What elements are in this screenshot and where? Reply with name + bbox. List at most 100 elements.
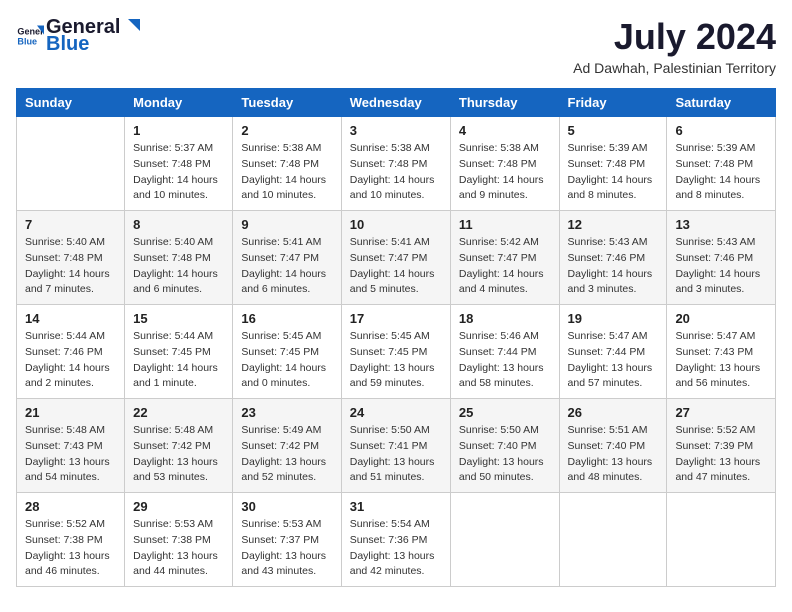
week-row-2: 7Sunrise: 5:40 AMSunset: 7:48 PMDaylight… bbox=[17, 211, 776, 305]
day-cell-5: 5 Sunrise: 5:39 AMSunset: 7:48 PMDaylight… bbox=[559, 117, 667, 211]
empty-cell bbox=[17, 117, 125, 211]
day-info: Sunrise: 5:40 AMSunset: 7:48 PMDaylight:… bbox=[25, 235, 116, 298]
week-row-4: 21 Sunrise: 5:48 AMSunset: 7:43 PMDayligh… bbox=[17, 399, 776, 493]
day-number: 9 bbox=[241, 217, 332, 232]
header-day-thursday: Thursday bbox=[450, 89, 559, 117]
day-number: 16 bbox=[241, 311, 332, 326]
header-day-monday: Monday bbox=[125, 89, 233, 117]
day-info: Sunrise: 5:43 AMSunset: 7:46 PMDaylight:… bbox=[568, 235, 659, 298]
day-number: 25 bbox=[459, 405, 551, 420]
day-number: 17 bbox=[350, 311, 442, 326]
day-number: 21 bbox=[25, 405, 116, 420]
day-number: 19 bbox=[568, 311, 659, 326]
day-cell-10: 10 Sunrise: 5:41 AMSunset: 7:47 PMDayligh… bbox=[341, 211, 450, 305]
day-info: Sunrise: 5:40 AMSunset: 7:48 PMDaylight:… bbox=[133, 235, 224, 298]
day-info: Sunrise: 5:37 AMSunset: 7:48 PMDaylight:… bbox=[133, 141, 224, 204]
header-day-sunday: Sunday bbox=[17, 89, 125, 117]
subtitle: Ad Dawhah, Palestinian Territory bbox=[573, 60, 776, 76]
day-info: Sunrise: 5:51 AMSunset: 7:40 PMDaylight:… bbox=[568, 423, 659, 486]
header-day-saturday: Saturday bbox=[667, 89, 776, 117]
day-info: Sunrise: 5:38 AMSunset: 7:48 PMDaylight:… bbox=[459, 141, 551, 204]
day-cell-3: 3Sunrise: 5:38 AMSunset: 7:48 PMDaylight… bbox=[341, 117, 450, 211]
day-info: Sunrise: 5:45 AMSunset: 7:45 PMDaylight:… bbox=[350, 329, 442, 392]
header-day-tuesday: Tuesday bbox=[233, 89, 341, 117]
day-number: 13 bbox=[675, 217, 767, 232]
day-info: Sunrise: 5:52 AMSunset: 7:39 PMDaylight:… bbox=[675, 423, 767, 486]
week-row-3: 14 Sunrise: 5:44 AMSunset: 7:46 PMDayligh… bbox=[17, 305, 776, 399]
day-info: Sunrise: 5:41 AMSunset: 7:47 PMDaylight:… bbox=[241, 235, 332, 298]
day-number: 1 bbox=[133, 123, 224, 138]
day-cell-18: 18Sunrise: 5:46 AMSunset: 7:44 PMDayligh… bbox=[450, 305, 559, 399]
day-cell-12: 12 Sunrise: 5:43 AMSunset: 7:46 PMDayligh… bbox=[559, 211, 667, 305]
day-info: Sunrise: 5:52 AMSunset: 7:38 PMDaylight:… bbox=[25, 517, 116, 580]
day-number: 20 bbox=[675, 311, 767, 326]
header: General Blue General Blue July 2024 Ad D… bbox=[16, 16, 776, 76]
day-number: 30 bbox=[241, 499, 332, 514]
day-info: Sunrise: 5:47 AMSunset: 7:43 PMDaylight:… bbox=[675, 329, 767, 392]
day-cell-27: 27 Sunrise: 5:52 AMSunset: 7:39 PMDayligh… bbox=[667, 399, 776, 493]
day-number: 26 bbox=[568, 405, 659, 420]
day-number: 24 bbox=[350, 405, 442, 420]
day-info: Sunrise: 5:43 AMSunset: 7:46 PMDaylight:… bbox=[675, 235, 767, 298]
day-cell-26: 26 Sunrise: 5:51 AMSunset: 7:40 PMDayligh… bbox=[559, 399, 667, 493]
day-info: Sunrise: 5:38 AMSunset: 7:48 PMDaylight:… bbox=[350, 141, 442, 204]
day-cell-2: 2 Sunrise: 5:38 AMSunset: 7:48 PMDaylight… bbox=[233, 117, 341, 211]
day-number: 31 bbox=[350, 499, 442, 514]
title-area: July 2024 Ad Dawhah, Palestinian Territo… bbox=[573, 16, 776, 76]
day-info: Sunrise: 5:50 AMSunset: 7:40 PMDaylight:… bbox=[459, 423, 551, 486]
header-day-friday: Friday bbox=[559, 89, 667, 117]
day-number: 18 bbox=[459, 311, 551, 326]
day-number: 6 bbox=[675, 123, 767, 138]
header-day-wednesday: Wednesday bbox=[341, 89, 450, 117]
day-info: Sunrise: 5:39 AMSunset: 7:48 PMDaylight:… bbox=[568, 141, 659, 204]
day-cell-11: 11 Sunrise: 5:42 AMSunset: 7:47 PMDayligh… bbox=[450, 211, 559, 305]
day-cell-30: 30 Sunrise: 5:53 AMSunset: 7:37 PMDayligh… bbox=[233, 493, 341, 587]
day-cell-16: 16Sunrise: 5:45 AMSunset: 7:45 PMDayligh… bbox=[233, 305, 341, 399]
logo-triangle-icon bbox=[120, 17, 142, 39]
day-info: Sunrise: 5:49 AMSunset: 7:42 PMDaylight:… bbox=[241, 423, 332, 486]
week-row-5: 28Sunrise: 5:52 AMSunset: 7:38 PMDayligh… bbox=[17, 493, 776, 587]
day-cell-15: 15 Sunrise: 5:44 AMSunset: 7:45 PMDayligh… bbox=[125, 305, 233, 399]
day-number: 10 bbox=[350, 217, 442, 232]
day-cell-8: 8 Sunrise: 5:40 AMSunset: 7:48 PMDaylight… bbox=[125, 211, 233, 305]
day-info: Sunrise: 5:38 AMSunset: 7:48 PMDaylight:… bbox=[241, 141, 332, 204]
logo-icon: General Blue bbox=[16, 22, 44, 50]
empty-cell bbox=[450, 493, 559, 587]
day-cell-1: 1 Sunrise: 5:37 AMSunset: 7:48 PMDaylight… bbox=[125, 117, 233, 211]
day-info: Sunrise: 5:48 AMSunset: 7:43 PMDaylight:… bbox=[25, 423, 116, 486]
day-number: 11 bbox=[459, 217, 551, 232]
header-row: SundayMondayTuesdayWednesdayThursdayFrid… bbox=[17, 89, 776, 117]
day-number: 5 bbox=[568, 123, 659, 138]
day-info: Sunrise: 5:41 AMSunset: 7:47 PMDaylight:… bbox=[350, 235, 442, 298]
day-info: Sunrise: 5:42 AMSunset: 7:47 PMDaylight:… bbox=[459, 235, 551, 298]
day-info: Sunrise: 5:47 AMSunset: 7:44 PMDaylight:… bbox=[568, 329, 659, 392]
day-cell-13: 13 Sunrise: 5:43 AMSunset: 7:46 PMDayligh… bbox=[667, 211, 776, 305]
day-info: Sunrise: 5:54 AMSunset: 7:36 PMDaylight:… bbox=[350, 517, 442, 580]
month-title: July 2024 bbox=[573, 16, 776, 58]
day-number: 15 bbox=[133, 311, 224, 326]
day-cell-29: 29Sunrise: 5:53 AMSunset: 7:38 PMDayligh… bbox=[125, 493, 233, 587]
day-number: 12 bbox=[568, 217, 659, 232]
day-number: 29 bbox=[133, 499, 224, 514]
day-number: 8 bbox=[133, 217, 224, 232]
empty-cell bbox=[559, 493, 667, 587]
day-number: 14 bbox=[25, 311, 116, 326]
day-number: 22 bbox=[133, 405, 224, 420]
calendar-table: SundayMondayTuesdayWednesdayThursdayFrid… bbox=[16, 88, 776, 587]
day-cell-25: 25 Sunrise: 5:50 AMSunset: 7:40 PMDayligh… bbox=[450, 399, 559, 493]
day-info: Sunrise: 5:44 AMSunset: 7:45 PMDaylight:… bbox=[133, 329, 224, 392]
day-cell-6: 6 Sunrise: 5:39 AMSunset: 7:48 PMDaylight… bbox=[667, 117, 776, 211]
svg-text:Blue: Blue bbox=[17, 36, 37, 46]
day-cell-21: 21 Sunrise: 5:48 AMSunset: 7:43 PMDayligh… bbox=[17, 399, 125, 493]
day-cell-14: 14 Sunrise: 5:44 AMSunset: 7:46 PMDayligh… bbox=[17, 305, 125, 399]
logo: General Blue General Blue bbox=[16, 16, 142, 56]
day-cell-17: 17 Sunrise: 5:45 AMSunset: 7:45 PMDayligh… bbox=[341, 305, 450, 399]
day-number: 27 bbox=[675, 405, 767, 420]
day-cell-28: 28Sunrise: 5:52 AMSunset: 7:38 PMDayligh… bbox=[17, 493, 125, 587]
day-info: Sunrise: 5:44 AMSunset: 7:46 PMDaylight:… bbox=[25, 329, 116, 392]
day-cell-19: 19 Sunrise: 5:47 AMSunset: 7:44 PMDayligh… bbox=[559, 305, 667, 399]
day-info: Sunrise: 5:53 AMSunset: 7:37 PMDaylight:… bbox=[241, 517, 332, 580]
day-info: Sunrise: 5:39 AMSunset: 7:48 PMDaylight:… bbox=[675, 141, 767, 204]
day-number: 2 bbox=[241, 123, 332, 138]
day-cell-20: 20 Sunrise: 5:47 AMSunset: 7:43 PMDayligh… bbox=[667, 305, 776, 399]
